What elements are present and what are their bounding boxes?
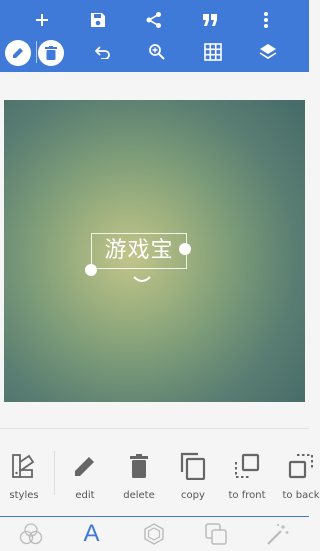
delete-button[interactable]: delete [111,429,167,517]
edit-icon [13,48,23,58]
tool-label: copy [181,490,205,501]
tab-text[interactable]: A [61,517,122,551]
to-front-button[interactable]: to front [219,429,275,517]
tool-divider [54,451,55,495]
canvas-text: 游戏宝 [104,238,174,263]
overlay-icon [204,523,227,545]
edit-button[interactable]: edit [57,429,113,517]
tool-label: to back [282,490,320,501]
bottom-tab-bar: A [0,516,309,550]
layers-icon [259,44,277,59]
magic-wand-icon [266,524,288,545]
delete-icon [45,46,57,60]
tool-label: delete [123,490,155,501]
save-icon [91,13,105,27]
zoom-in-button[interactable] [142,37,172,67]
zoom-in-icon [149,44,165,60]
layers-button[interactable] [253,37,283,67]
delete-mode-button[interactable] [38,40,64,66]
tool-panel: styles edit delete copy to front to back [0,428,319,517]
add-icon [36,14,48,26]
shape-icon [143,523,164,545]
copy-button[interactable]: copy [165,429,221,517]
styles-icon [9,451,39,481]
copy-icon [178,451,208,481]
tab-magic[interactable] [247,517,308,551]
share-icon [146,12,161,28]
text-icon: A [83,520,100,547]
blend-icon [19,523,42,545]
tab-blend[interactable] [0,517,61,551]
design-canvas[interactable]: 游戏宝 [4,100,305,402]
tool-label: to front [228,490,266,501]
pencil-icon [70,451,100,481]
resize-handle[interactable] [85,264,97,276]
undo-button[interactable] [88,37,118,67]
add-button[interactable] [27,5,57,35]
to-back-button[interactable]: to back [273,429,320,517]
styles-button[interactable]: styles [0,429,52,517]
send-back-icon [286,451,316,481]
scale-handle[interactable] [179,243,191,255]
top-toolbar [0,0,309,72]
tool-label: styles [9,490,39,501]
grid-button[interactable] [198,37,228,67]
share-button[interactable] [139,5,169,35]
toolbar-divider [36,41,37,63]
grid-icon [204,43,222,61]
edit-mode-button[interactable] [5,40,31,66]
tab-shape[interactable] [123,517,184,551]
text-selection-box[interactable]: 游戏宝 [91,233,187,269]
trash-icon [124,451,154,481]
save-button[interactable] [83,5,113,35]
bring-front-icon [232,451,262,481]
rotate-handle-icon[interactable] [132,275,152,285]
undo-icon [95,46,110,59]
quote-icon [203,14,217,26]
tool-label: edit [75,490,95,501]
canvas-area: 游戏宝 [0,72,309,428]
more-button[interactable] [251,5,281,35]
quote-button[interactable] [195,5,225,35]
more-vert-icon [264,12,268,28]
tab-overlay[interactable] [185,517,246,551]
